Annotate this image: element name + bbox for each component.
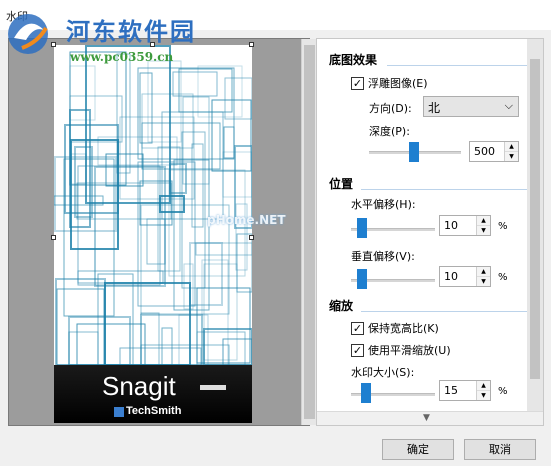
smooth-scale-checkbox[interactable]: ✓ bbox=[351, 343, 364, 357]
pattern-line bbox=[69, 95, 123, 143]
size-up-icon[interactable]: ▲ bbox=[477, 381, 490, 390]
v-offset-up-icon[interactable]: ▲ bbox=[477, 267, 490, 276]
watermark-preview: Snagit TechSmith bbox=[8, 38, 317, 426]
size-down-icon[interactable]: ▼ bbox=[477, 390, 490, 399]
panel-scroll-thumb[interactable] bbox=[530, 59, 540, 379]
cancel-button[interactable]: 取消 bbox=[464, 439, 536, 460]
keep-ratio-label: 保持宽高比(K) bbox=[368, 322, 439, 335]
panel-vertical-scrollbar[interactable] bbox=[527, 39, 543, 411]
depth-down-icon[interactable]: ▼ bbox=[505, 151, 518, 160]
pattern-line bbox=[69, 65, 96, 121]
resize-handle-mid-right[interactable] bbox=[249, 235, 254, 240]
resize-handle-mid-left[interactable] bbox=[51, 235, 56, 240]
emboss-label: 浮雕图像(E) bbox=[368, 77, 428, 90]
panel-scroll-bottom[interactable]: ▼ bbox=[317, 411, 543, 425]
resize-handle-top-center[interactable] bbox=[150, 42, 155, 47]
smooth-scale-option[interactable]: ✓ 使用平滑缩放(U) bbox=[351, 342, 451, 358]
section-divider bbox=[361, 311, 528, 312]
depth-up-icon[interactable]: ▲ bbox=[505, 142, 518, 151]
pattern-line bbox=[195, 242, 252, 256]
snagit-mark-icon bbox=[200, 385, 226, 390]
keep-ratio-option[interactable]: ✓ 保持宽高比(K) bbox=[351, 320, 439, 336]
section-heading-scale: 缩放 bbox=[329, 299, 354, 313]
preview-scroll-thumb[interactable] bbox=[304, 45, 315, 419]
pattern-line bbox=[140, 312, 160, 366]
pattern-line bbox=[234, 145, 252, 229]
v-offset-value: 10 bbox=[444, 270, 458, 283]
pattern-line bbox=[183, 263, 194, 310]
title-bar: 水印 bbox=[0, 0, 551, 30]
direction-label: 方向(D): bbox=[369, 102, 412, 115]
pattern-line bbox=[141, 93, 194, 149]
pattern-line bbox=[68, 331, 99, 366]
h-offset-spinner[interactable]: 10 ▲ ▼ bbox=[439, 215, 491, 236]
pattern-line bbox=[97, 273, 134, 366]
snagit-brand-text: Snagit bbox=[102, 371, 176, 401]
h-offset-label: 水平偏移(H): bbox=[351, 198, 416, 211]
window-title: 水印 bbox=[6, 10, 28, 23]
section-divider bbox=[387, 65, 528, 66]
section-divider bbox=[361, 189, 528, 190]
scroll-down-icon[interactable]: ▼ bbox=[423, 413, 430, 423]
pattern-line bbox=[223, 126, 235, 159]
embossed-pattern bbox=[54, 45, 252, 366]
pattern-line bbox=[161, 327, 173, 366]
size-unit: % bbox=[498, 386, 508, 397]
h-offset-slider-thumb[interactable] bbox=[357, 218, 367, 238]
depth-label: 深度(P): bbox=[369, 125, 410, 138]
h-offset-value: 10 bbox=[444, 219, 458, 232]
depth-spinner[interactable]: 500 ▲ ▼ bbox=[469, 141, 519, 162]
h-offset-up-icon[interactable]: ▲ bbox=[477, 216, 490, 225]
depth-value: 500 bbox=[474, 145, 495, 158]
resize-handle-top-left[interactable] bbox=[51, 42, 56, 47]
preview-scrollbar[interactable] bbox=[301, 39, 317, 425]
settings-panel: 底图效果 ✓ 浮雕图像(E) 方向(D): 北 ⌵ 深度(P): 500 ▲ ▼… bbox=[316, 38, 544, 426]
pattern-line bbox=[178, 68, 233, 113]
depth-slider-thumb[interactable] bbox=[409, 142, 419, 162]
emboss-option[interactable]: ✓ 浮雕图像(E) bbox=[351, 75, 428, 91]
preview-canvas: Snagit TechSmith bbox=[54, 45, 252, 423]
techsmith-logo-icon bbox=[114, 407, 124, 417]
v-offset-label: 垂直偏移(V): bbox=[351, 250, 415, 263]
techsmith-text: TechSmith bbox=[126, 405, 182, 417]
pattern-line bbox=[77, 270, 164, 284]
pattern-line bbox=[146, 218, 166, 265]
chevron-down-icon: ⌵ bbox=[504, 99, 513, 112]
pattern-line bbox=[147, 60, 182, 143]
direction-value: 北 bbox=[428, 101, 441, 115]
pattern-line bbox=[172, 71, 218, 97]
section-heading-effect: 底图效果 bbox=[329, 53, 378, 67]
keep-ratio-checkbox[interactable]: ✓ bbox=[351, 321, 364, 335]
pattern-line bbox=[76, 323, 146, 366]
v-offset-unit: % bbox=[498, 272, 508, 283]
ok-button[interactable]: 确定 bbox=[382, 439, 454, 460]
size-label: 水印大小(S): bbox=[351, 366, 415, 379]
resize-handle-top-right[interactable] bbox=[249, 42, 254, 47]
v-offset-slider-thumb[interactable] bbox=[357, 269, 367, 289]
direction-select[interactable]: 北 ⌵ bbox=[423, 96, 519, 117]
pattern-line bbox=[119, 347, 202, 366]
section-heading-position: 位置 bbox=[329, 177, 354, 191]
size-spinner[interactable]: 15 ▲ ▼ bbox=[439, 380, 491, 401]
pattern-line bbox=[224, 77, 252, 120]
h-offset-down-icon[interactable]: ▼ bbox=[477, 225, 490, 234]
preview-footer: Snagit TechSmith bbox=[54, 365, 252, 423]
emboss-checkbox[interactable]: ✓ bbox=[351, 76, 364, 90]
pattern-line bbox=[197, 65, 243, 118]
h-offset-unit: % bbox=[498, 221, 508, 232]
size-value: 15 bbox=[444, 384, 458, 397]
v-offset-spinner[interactable]: 10 ▲ ▼ bbox=[439, 266, 491, 287]
size-slider-thumb[interactable] bbox=[361, 383, 371, 403]
v-offset-down-icon[interactable]: ▼ bbox=[477, 276, 490, 285]
smooth-scale-label: 使用平滑缩放(U) bbox=[368, 344, 451, 357]
